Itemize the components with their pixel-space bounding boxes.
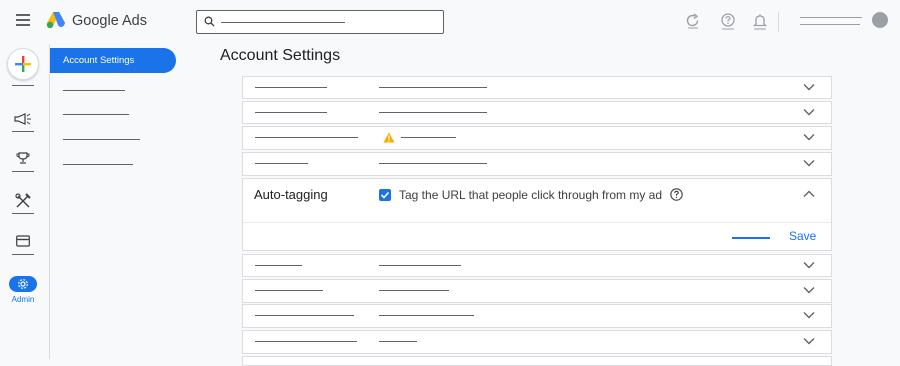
nav-item[interactable]	[63, 114, 129, 115]
admin-button[interactable]	[9, 276, 37, 292]
account-id-line	[800, 24, 860, 25]
setting-value-line	[401, 137, 456, 138]
help-icon[interactable]	[670, 188, 683, 201]
chevron-down-icon[interactable]	[803, 159, 815, 167]
settings-row[interactable]	[242, 126, 832, 150]
search-box[interactable]	[196, 10, 444, 34]
chevron-up-icon[interactable]	[803, 190, 815, 198]
rail-item-underline	[12, 171, 34, 172]
topbar-divider	[778, 12, 779, 32]
account-name-line[interactable]	[800, 17, 862, 18]
chevron-down-icon[interactable]	[803, 286, 815, 294]
settings-row[interactable]	[242, 330, 832, 354]
nav-item-label: Account Settings	[63, 55, 135, 66]
setting-name-line	[255, 290, 323, 291]
search-icon	[204, 16, 215, 27]
auto-tagging-title: Auto-tagging	[254, 187, 328, 202]
rail-separator	[12, 85, 34, 86]
save-button[interactable]: Save	[789, 229, 816, 243]
setting-value-line	[379, 163, 487, 164]
setting-name-line	[255, 341, 357, 342]
admin-label[interactable]: Admin	[0, 295, 46, 304]
panel-divider	[243, 222, 831, 223]
google-ads-logo	[46, 12, 65, 29]
brand-name: Google Ads	[72, 13, 147, 29]
chevron-down-icon[interactable]	[803, 261, 815, 269]
check-icon	[380, 191, 390, 199]
goals-icon[interactable]	[16, 151, 30, 165]
settings-row[interactable]	[242, 76, 832, 99]
chevron-down-icon[interactable]	[803, 108, 815, 116]
setting-name-line	[255, 137, 358, 138]
menu-icon[interactable]	[16, 14, 30, 26]
setting-value-line	[379, 265, 461, 266]
setting-name-line	[255, 265, 302, 266]
setting-value-line	[379, 315, 474, 316]
create-button[interactable]	[7, 48, 39, 80]
nav-item[interactable]	[63, 90, 125, 91]
help-icon[interactable]	[720, 13, 736, 30]
refresh-icon[interactable]	[686, 13, 700, 29]
setting-name-line	[255, 163, 308, 164]
tools-icon[interactable]	[15, 193, 31, 209]
rail-item-underline	[12, 213, 34, 214]
settings-row[interactable]	[242, 254, 832, 277]
chevron-down-icon[interactable]	[803, 337, 815, 345]
nav-item[interactable]	[63, 139, 140, 140]
auto-tagging-panel: Auto-tagging Tag the URL that people cli…	[242, 178, 832, 251]
setting-value-line	[379, 341, 417, 342]
page-title: Account Settings	[220, 47, 341, 64]
billing-icon[interactable]	[16, 235, 30, 247]
setting-name-line	[255, 87, 327, 88]
settings-nav: Account Settings	[50, 44, 190, 359]
chevron-down-icon[interactable]	[803, 133, 815, 141]
settings-row[interactable]	[242, 101, 832, 124]
cancel-button[interactable]	[732, 237, 770, 239]
search-placeholder-line	[221, 22, 345, 23]
settings-row[interactable]	[242, 152, 832, 176]
top-bar: Google Ads	[0, 0, 900, 44]
nav-item-account-settings[interactable]: Account Settings	[50, 48, 176, 73]
gear-icon	[18, 279, 28, 289]
auto-tagging-checkbox[interactable]	[379, 189, 391, 201]
settings-row[interactable]	[242, 356, 832, 366]
chevron-down-icon[interactable]	[803, 311, 815, 319]
setting-name-line	[255, 112, 327, 113]
settings-row[interactable]	[242, 304, 832, 328]
auto-tagging-checkbox-label[interactable]: Tag the URL that people click through fr…	[399, 188, 662, 202]
left-rail: Admin	[0, 44, 50, 359]
campaigns-icon[interactable]	[13, 112, 33, 126]
rail-item-underline	[12, 254, 34, 255]
setting-value-line	[379, 290, 449, 291]
setting-value-line	[379, 87, 487, 88]
setting-name-line	[255, 315, 354, 316]
plus-icon	[15, 56, 31, 72]
rail-item-underline	[12, 131, 34, 132]
notifications-icon[interactable]	[753, 13, 767, 30]
setting-value-line	[379, 112, 487, 113]
warning-icon	[383, 132, 395, 143]
settings-row[interactable]	[242, 279, 832, 303]
chevron-down-icon[interactable]	[803, 83, 815, 91]
nav-item[interactable]	[63, 164, 133, 165]
avatar[interactable]	[872, 12, 888, 28]
